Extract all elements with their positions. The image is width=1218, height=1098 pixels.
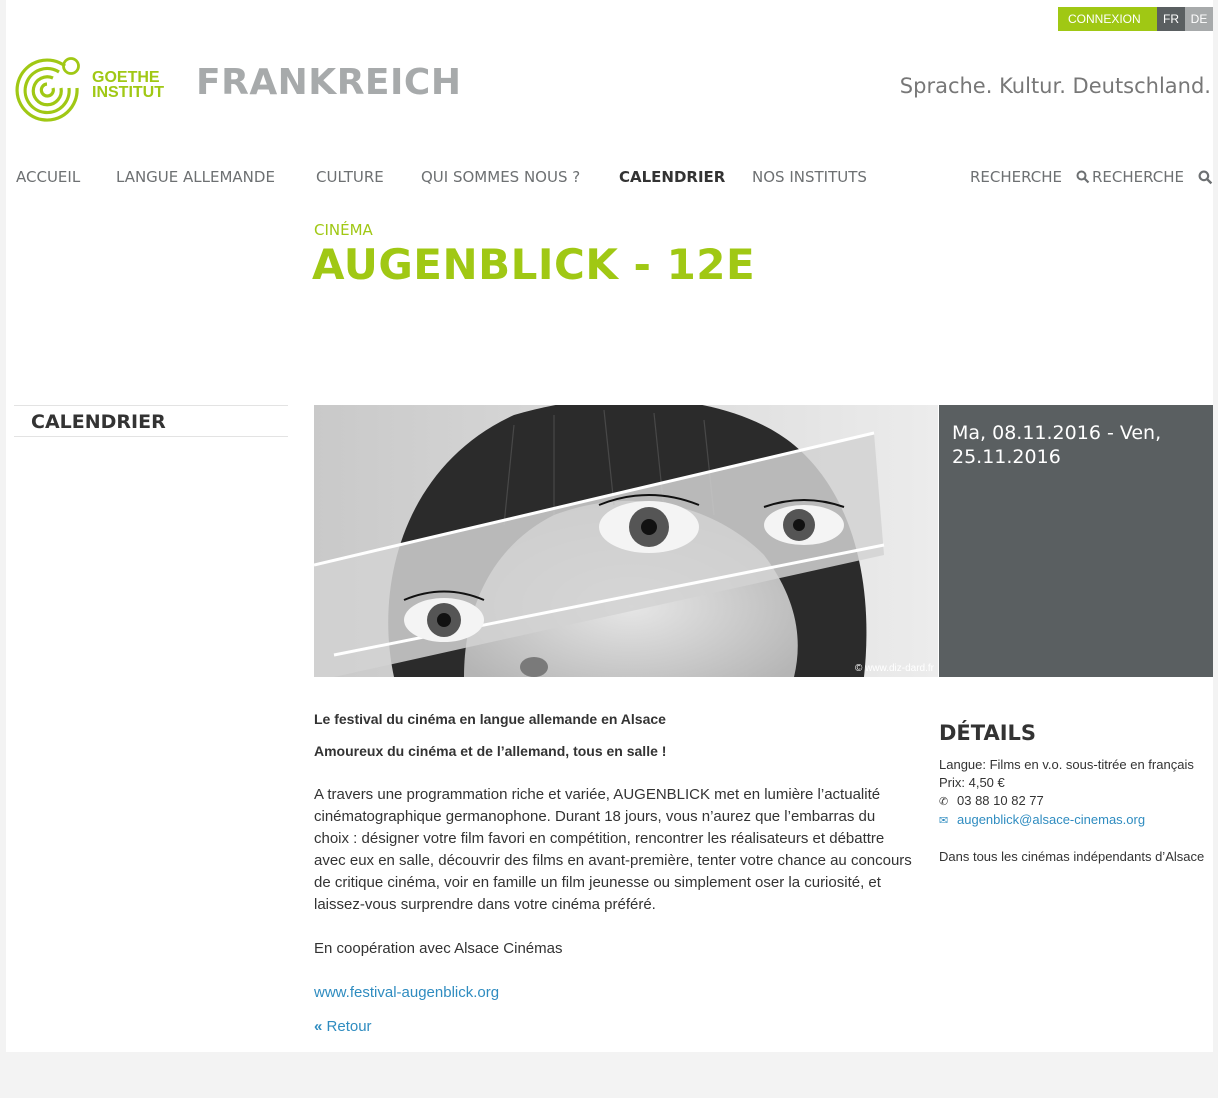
details-heading: DÉTAILS <box>939 721 1037 745</box>
back-link[interactable]: « Retour <box>314 1016 914 1038</box>
nav-qui-sommes-nous[interactable]: QUI SOMMES NOUS ? <box>421 168 580 186</box>
search-label-2: RECHERCHE <box>1092 168 1185 186</box>
sidebar-title[interactable]: CALENDRIER <box>14 405 288 437</box>
event-dates: Ma, 08.11.2016 - Ven, 25.11.2016 <box>952 422 1162 468</box>
logo-line-2: INSTITUT <box>92 84 164 101</box>
lead-text-2: Amoureux du cinéma et de l’allemand, tou… <box>314 743 667 759</box>
logo-wordmark[interactable]: GOETHE INSTITUT <box>92 69 164 101</box>
cooperation-text: En coopération avec Alsace Cinémas <box>314 940 563 957</box>
back-link-label: Retour <box>326 1018 372 1035</box>
search-icon <box>1076 170 1090 184</box>
language-fr-button[interactable]: FR <box>1157 7 1185 31</box>
logo-line-1: GOETHE <box>92 69 160 86</box>
nav-langue-allemande[interactable]: LANGUE ALLEMANDE <box>116 168 275 186</box>
nav-culture[interactable]: CULTURE <box>316 168 384 186</box>
event-description: Le festival du cinéma en langue allemand… <box>314 708 914 1038</box>
nav-calendrier[interactable]: CALENDRIER <box>619 168 725 186</box>
details-language: Langue: Films en v.o. sous-titrée en fra… <box>939 757 1194 772</box>
details-phone[interactable]: 03 88 10 82 77 <box>957 793 1044 808</box>
details-panel: DÉTAILS Langue: Films en v.o. sous-titré… <box>939 721 1213 866</box>
event-date-box: Ma, 08.11.2016 - Ven, 25.11.2016 <box>939 405 1213 677</box>
description-paragraph: A travers une programmation riche et var… <box>314 786 912 913</box>
nav-nos-instituts[interactable]: NOS INSTITUTS <box>752 168 867 186</box>
lead-text-1: Le festival du cinéma en langue allemand… <box>314 711 666 727</box>
details-price: Prix: 4,50 € <box>939 775 1005 790</box>
double-chevron-left-icon: « <box>314 1018 323 1035</box>
details-phone-row: ✆ 03 88 10 82 77 <box>939 792 1213 811</box>
event-image: © www.diz-dard.fr <box>314 405 938 677</box>
phone-icon: ✆ <box>939 796 949 808</box>
tagline: Sprache. Kultur. Deutschland. <box>899 74 1211 98</box>
mail-icon: ✉ <box>939 815 949 827</box>
festival-website-link[interactable]: www.festival-augenblick.org <box>314 984 499 1001</box>
details-email[interactable]: augenblick@alsace-cinemas.org <box>957 812 1145 827</box>
search-icon[interactable] <box>1198 170 1213 185</box>
nav-accueil[interactable]: ACCUEIL <box>16 168 80 186</box>
nav-search-link-2[interactable]: RECHERCHE <box>1076 168 1184 186</box>
nav-search-link[interactable]: RECHERCHE <box>970 168 1062 186</box>
login-button[interactable]: CONNEXION ≫ <box>1058 7 1157 50</box>
event-category: CINÉMA <box>314 221 373 239</box>
details-email-row: ✉ augenblick@alsace-cinemas.org <box>939 811 1213 830</box>
main-nav: ACCUEIL LANGUE ALLEMANDE CULTURE QUI SOM… <box>16 168 1213 190</box>
language-de-button[interactable]: DE <box>1185 7 1213 31</box>
details-location: Dans tous les cinémas indépendants d’Als… <box>939 849 1205 864</box>
top-bar: CONNEXION ≫ FR DE <box>1058 7 1213 50</box>
event-title: AUGENBLICK - 12E <box>312 240 756 289</box>
event-photo <box>314 405 938 677</box>
site-title[interactable]: FRANKREICH <box>196 62 461 103</box>
search-label: RECHERCHE <box>970 168 1063 186</box>
goethe-logo-icon[interactable] <box>13 52 83 122</box>
page: CONNEXION ≫ FR DE GOETHE INSTITUT FRANKR… <box>6 0 1213 1052</box>
image-credit: © www.diz-dard.fr <box>854 663 934 674</box>
